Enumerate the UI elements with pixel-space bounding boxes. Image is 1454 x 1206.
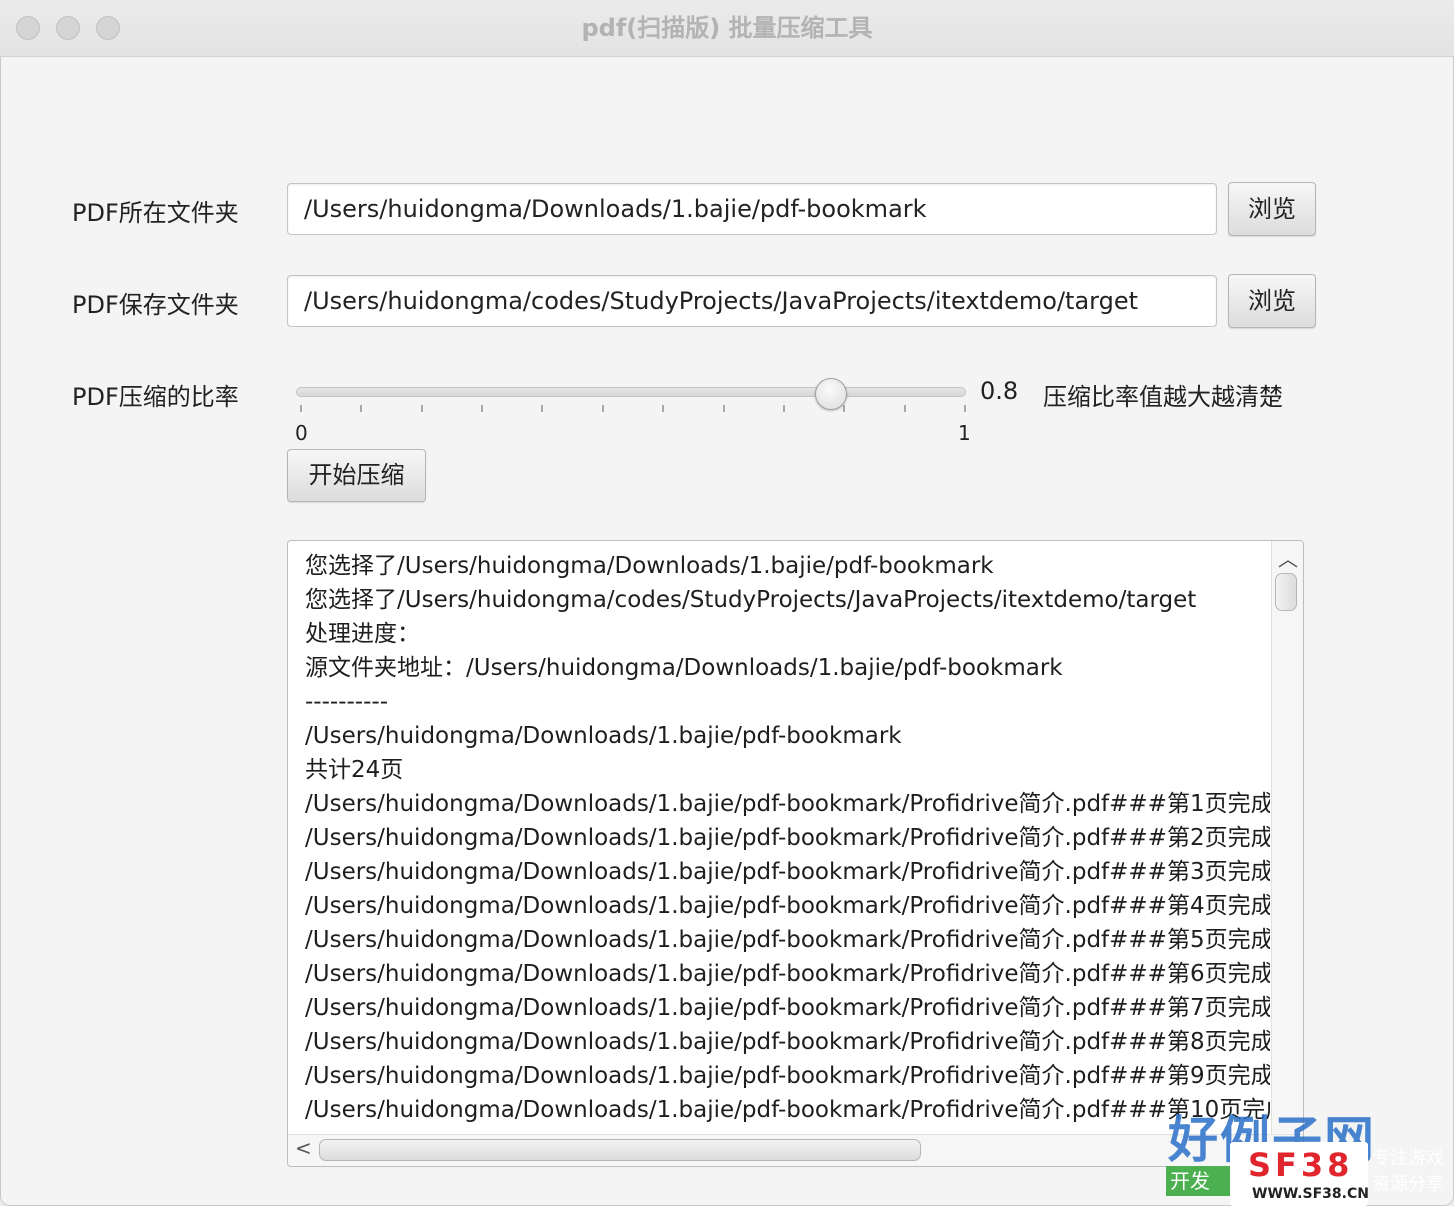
log-line: /Users/huidongma/Downloads/1.bajie/pdf-b…: [305, 893, 1270, 919]
source-browse-button[interactable]: 浏览: [1228, 182, 1316, 236]
log-line: 您选择了/Users/huidongma/codes/StudyProjects…: [305, 587, 1197, 613]
horizontal-scroll-thumb[interactable]: [319, 1139, 921, 1161]
target-folder-input[interactable]: /Users/huidongma/codes/StudyProjects/Jav…: [287, 275, 1217, 327]
log-line: /Users/huidongma/Downloads/1.bajie/pdf-b…: [305, 961, 1270, 987]
slider-tick: [964, 405, 966, 412]
watermark-side-line2: 资源分享: [1372, 1174, 1444, 1195]
slider-tick: [420, 405, 423, 412]
log-line: 共计24页: [305, 757, 404, 783]
target-folder-label: PDF保存文件夹: [72, 291, 239, 319]
watermark-brand: SF38: [1248, 1146, 1354, 1184]
watermark-side-text: 专注游戏 资源分享: [1372, 1146, 1444, 1198]
vertical-scrollbar[interactable]: ︿: [1271, 541, 1303, 1135]
scroll-left-icon[interactable]: <: [295, 1136, 312, 1160]
log-content: 您选择了/Users/huidongma/Downloads/1.bajie/p…: [305, 549, 1270, 1127]
log-line: /Users/huidongma/Downloads/1.bajie/pdf-b…: [305, 791, 1270, 817]
log-line: /Users/huidongma/Downloads/1.bajie/pdf-b…: [305, 825, 1270, 851]
ratio-value: 0.8: [980, 377, 1019, 405]
slider-tick: [300, 405, 302, 412]
target-browse-button[interactable]: 浏览: [1228, 274, 1316, 328]
ratio-label: PDF压缩的比率: [72, 383, 239, 411]
log-line: /Users/huidongma/Downloads/1.bajie/pdf-b…: [305, 995, 1270, 1021]
start-compress-button[interactable]: 开始压缩: [287, 449, 426, 502]
watermark: 好例子网 开发 SF38 WWW.SF38.CN 专注游戏 资源分享: [1150, 1100, 1454, 1206]
slider-tick: [722, 405, 725, 412]
slider-tick: [782, 405, 785, 412]
window-title: pdf(扫描版) 批量压缩工具: [581, 14, 873, 42]
progress-log[interactable]: 您选择了/Users/huidongma/Downloads/1.bajie/p…: [287, 540, 1304, 1167]
watermark-url: WWW.SF38.CN: [1252, 1186, 1369, 1202]
title-bar: pdf(扫描版) 批量压缩工具: [0, 0, 1454, 57]
vertical-scroll-thumb[interactable]: [1275, 573, 1297, 611]
ratio-min-label: 0: [295, 421, 308, 445]
slider-tick: [662, 405, 665, 412]
app-window: pdf(扫描版) 批量压缩工具 PDF所在文件夹 /Users/huidongm…: [0, 0, 1454, 1206]
log-line: /Users/huidongma/Downloads/1.bajie/pdf-b…: [305, 723, 902, 749]
source-folder-input[interactable]: /Users/huidongma/Downloads/1.bajie/pdf-b…: [287, 183, 1217, 235]
log-line: /Users/huidongma/Downloads/1.bajie/pdf-b…: [305, 927, 1270, 953]
log-line: 源文件夹地址：/Users/huidongma/Downloads/1.baji…: [305, 655, 1063, 681]
slider-tick: [601, 405, 604, 412]
slider-tick: [843, 405, 846, 412]
ratio-hint: 压缩比率值越大越清楚: [1043, 383, 1283, 411]
ratio-slider-thumb[interactable]: [815, 378, 848, 410]
source-folder-label: PDF所在文件夹: [72, 199, 239, 227]
watermark-side-line1: 专注游戏: [1372, 1148, 1444, 1169]
scroll-up-icon[interactable]: ︿: [1278, 543, 1298, 572]
log-line: /Users/huidongma/Downloads/1.bajie/pdf-b…: [305, 1097, 1270, 1123]
log-line: /Users/huidongma/Downloads/1.bajie/pdf-b…: [305, 859, 1270, 885]
log-line: 处理进度：: [305, 621, 420, 647]
slider-tick: [481, 405, 484, 412]
ratio-max-label: 1: [958, 421, 971, 445]
log-line: /Users/huidongma/Downloads/1.bajie/pdf-b…: [305, 1029, 1270, 1055]
watermark-logo: SF38 WWW.SF38.CN: [1230, 1142, 1369, 1206]
log-line: ----------: [305, 689, 388, 715]
log-line: 您选择了/Users/huidongma/Downloads/1.bajie/p…: [305, 553, 994, 579]
log-line: /Users/huidongma/Downloads/1.bajie/pdf-b…: [305, 1063, 1270, 1089]
ratio-slider-track[interactable]: [296, 387, 966, 397]
slider-tick: [541, 405, 544, 412]
slider-tick: [903, 405, 906, 412]
slider-tick: [360, 405, 363, 412]
